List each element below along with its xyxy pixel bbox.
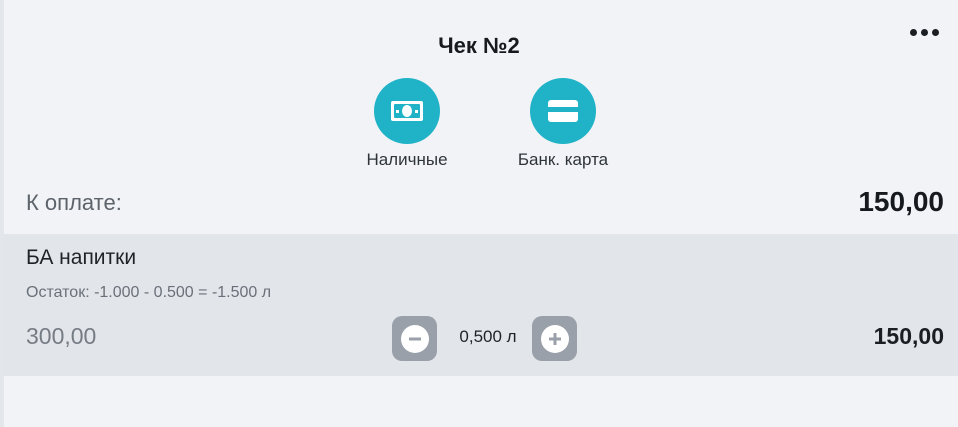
bank-card-icon: [530, 78, 596, 144]
more-horizontal-icon-dot: [931, 28, 939, 36]
to-pay-label: К оплате:: [26, 190, 122, 215]
list-item[interactable]: БА напитки Остаток: -1.000 - 0.500 = -1.…: [4, 234, 958, 376]
item-price: 300,00: [26, 323, 97, 349]
item-total: 150,00: [873, 323, 944, 349]
pay-cash-button[interactable]: Наличные: [337, 78, 477, 170]
receipt-title: Чек №2: [438, 33, 520, 58]
minus-icon: [400, 324, 429, 353]
pay-card-label: Банк. карта: [517, 150, 609, 169]
plus-icon: [540, 324, 569, 353]
item-remainder: Остаток: -1.000 - 0.500 = -1.500 л: [26, 284, 272, 301]
receipt-panel: Чек №2 Наличные Банк. карта К оплате: 15: [0, 0, 958, 427]
more-options-button[interactable]: [904, 24, 944, 40]
quantity-value: 0,500 л: [459, 327, 517, 346]
to-pay-amount: 150,00: [858, 186, 944, 217]
increase-quantity-button[interactable]: [532, 316, 577, 361]
more-horizontal-icon: [909, 28, 917, 36]
more-horizontal-icon-dot: [920, 28, 928, 36]
decrease-quantity-button[interactable]: [392, 316, 437, 361]
pay-card-button[interactable]: Банк. карта: [493, 78, 633, 170]
pay-cash-label: Наличные: [366, 150, 448, 169]
item-name: БА напитки: [26, 246, 137, 269]
cash-icon: [374, 78, 440, 144]
